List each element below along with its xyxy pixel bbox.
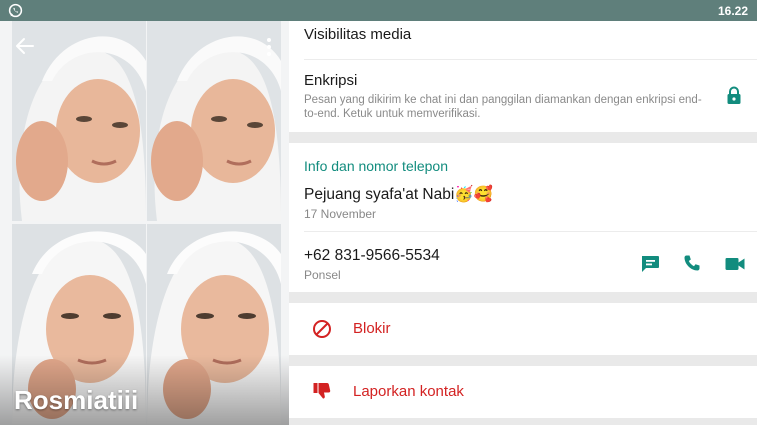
- block-row[interactable]: Blokir: [289, 303, 757, 355]
- about-date: 17 November: [304, 207, 377, 221]
- contact-name: Rosmiatiii: [14, 385, 139, 415]
- phone-number: +62 831-9566-5534: [304, 247, 440, 264]
- block-label: Blokir: [353, 320, 391, 337]
- status-time: 16.22: [717, 4, 748, 18]
- phone-call-icon[interactable]: [683, 254, 701, 272]
- lock-icon: [727, 86, 741, 104]
- encryption-title: Enkripsi: [304, 72, 358, 89]
- block-icon: [313, 320, 331, 338]
- report-label: Laporkan kontak: [353, 383, 464, 400]
- media-encryption-card: Visibilitas media Enkripsi Pesan yang di…: [289, 21, 757, 132]
- message-icon[interactable]: [640, 255, 660, 273]
- more-vertical-icon[interactable]: [264, 37, 274, 57]
- video-call-icon[interactable]: [725, 257, 745, 271]
- status-bar: 16.22: [0, 0, 757, 21]
- divider: [304, 59, 757, 60]
- about-text: Pejuang syafa'at Nabi🥳🥰: [304, 186, 493, 203]
- contact-details-panel: Visibilitas media Enkripsi Pesan yang di…: [289, 21, 757, 425]
- report-row[interactable]: Laporkan kontak: [289, 366, 757, 418]
- thumbs-down-icon: [313, 383, 331, 399]
- info-section-title: Info dan nomor telepon: [304, 158, 448, 174]
- divider: [304, 231, 757, 232]
- encryption-description: Pesan yang dikirim ke chat ini dan pangg…: [304, 94, 702, 120]
- profile-photo-tile: [147, 21, 281, 221]
- profile-photo-panel[interactable]: Rosmiatiii: [0, 21, 289, 425]
- info-card: Info dan nomor telepon Pejuang syafa'at …: [289, 143, 757, 292]
- whatsapp-icon: [8, 3, 23, 18]
- arrow-left-icon[interactable]: [15, 37, 35, 55]
- media-visibility-item[interactable]: Visibilitas media: [304, 26, 411, 43]
- phone-type: Ponsel: [304, 268, 341, 282]
